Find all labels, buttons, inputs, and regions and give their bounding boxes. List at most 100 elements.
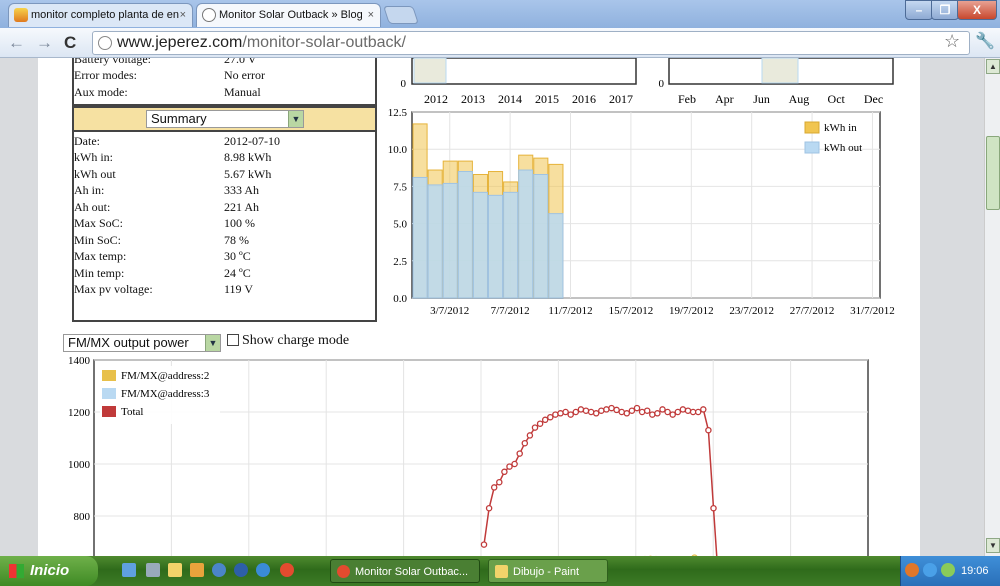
scroll-down-icon[interactable]: ▼	[986, 538, 1000, 553]
desktop-icon[interactable]	[122, 563, 136, 577]
tray-network-icon[interactable]	[923, 563, 937, 577]
year-tick-label: 2016	[572, 92, 596, 106]
tray-arrow-icon[interactable]	[905, 563, 919, 577]
summary-select-value: Summary	[151, 111, 207, 126]
total-point	[659, 406, 666, 413]
bar-kwh-out	[457, 171, 473, 299]
forward-arrow-icon[interactable]: →	[36, 33, 53, 53]
status-label: Aux mode:	[74, 85, 128, 99]
reload-icon[interactable]: C	[64, 33, 76, 53]
bar-kwh-out	[472, 191, 488, 299]
chrome-icon[interactable]	[280, 563, 294, 577]
tray-volume-icon[interactable]	[941, 563, 955, 577]
bar-kwh-out	[487, 194, 504, 299]
bar-kwh-out	[427, 184, 443, 299]
legend-address2-label: FM/MX@address:2	[121, 370, 209, 382]
total-point	[689, 408, 697, 416]
summary-value: 221 Ah	[224, 200, 260, 214]
total-point	[592, 410, 600, 417]
years-axis: 2012 2013 2014 2015 2016 2017	[424, 92, 633, 106]
total-point	[567, 411, 574, 418]
summary-label: Ah out:	[74, 200, 111, 214]
total-point	[547, 413, 554, 421]
total-point	[511, 460, 518, 468]
total-point	[618, 408, 625, 416]
minimize-button[interactable]: –	[905, 0, 933, 20]
total-point	[516, 450, 523, 457]
total-point	[628, 407, 636, 414]
scroll-up-icon[interactable]: ▲	[986, 59, 1000, 74]
tab-close-icon[interactable]: ×	[180, 4, 186, 26]
bar-x-tick-label: 3/7/2012	[430, 305, 469, 317]
wrench-icon[interactable]: 🔧	[975, 31, 995, 51]
total-point	[541, 416, 549, 424]
total-point	[485, 504, 493, 512]
tab-monitor-completo[interactable]: monitor completo planta de en ×	[8, 3, 193, 27]
status-value: 27.0 V	[224, 58, 257, 66]
summary-label: Ah in:	[74, 183, 105, 197]
maximize-button[interactable]: ❐	[931, 0, 959, 20]
documents-icon[interactable]	[146, 563, 160, 577]
task-browser[interactable]: Monitor Solar Outbac...	[330, 559, 480, 583]
summary-select[interactable]: Summary ▼	[146, 110, 304, 128]
summary-value: 30 ºC	[224, 249, 251, 263]
chrome-icon	[337, 565, 350, 578]
total-point	[664, 408, 671, 416]
start-button[interactable]: Inicio	[0, 556, 98, 586]
task-paint[interactable]: Dibujo - Paint	[488, 559, 608, 583]
bar-x-tick-label: 15/7/2012	[609, 305, 654, 317]
status-label: Error modes:	[74, 68, 137, 82]
browser-window: monitor completo planta de en × Monitor …	[0, 0, 1000, 556]
summary-label: kWh in:	[74, 150, 113, 164]
total-point	[633, 404, 641, 412]
folder-icon[interactable]	[168, 563, 182, 577]
new-tab-button[interactable]	[383, 6, 419, 24]
total-point	[608, 404, 615, 412]
summary-label: kWh out	[74, 167, 116, 181]
tab-close-icon[interactable]: ×	[368, 4, 374, 26]
bar-x-tick-label: 27/7/2012	[790, 305, 835, 317]
output-power-select[interactable]: FM/MX output power ▼	[63, 334, 221, 352]
months-axis: Feb Apr Jun Aug Oct Dec	[678, 92, 883, 106]
months-chart-bar	[761, 58, 799, 84]
summary-panel: Date: 2012-07-10 kWh in: 8.98 kWh kWh ou…	[72, 132, 377, 322]
url-path: /monitor-solar-outback/	[242, 34, 406, 51]
month-tick-label: Apr	[715, 92, 734, 106]
total-point	[562, 408, 569, 416]
top-charts: 0 2012 2013 2014 2015 2016 2017 0 Feb Apr Jun Au…	[401, 58, 894, 106]
years-chart-bar	[413, 58, 447, 84]
status-value: No error	[224, 68, 265, 82]
address-bar[interactable]: www.jeperez.com/monitor-solar-outback/	[92, 31, 970, 55]
total-point	[521, 439, 529, 447]
media-icon[interactable]	[234, 563, 248, 577]
bar-kwh-out	[442, 182, 458, 299]
ie-icon[interactable]	[256, 563, 270, 577]
vertical-scrollbar[interactable]: ▲ ▼	[984, 58, 1000, 556]
output-power-select-value: FM/MX output power	[68, 335, 189, 350]
page-globe-icon	[98, 36, 112, 50]
total-point	[552, 411, 559, 418]
network-icon[interactable]	[212, 563, 226, 577]
back-arrow-icon[interactable]: ←	[8, 33, 25, 53]
summary-value: 333 Ah	[224, 183, 260, 197]
files-icon[interactable]	[190, 563, 204, 577]
summary-value: 78 %	[224, 233, 249, 247]
tab-monitor-solar[interactable]: Monitor Solar Outback » Blog ×	[196, 3, 381, 27]
year-tick-label: 2014	[498, 92, 522, 106]
bar-x-tick-label: 11/7/2012	[548, 305, 592, 317]
bookmark-star-icon[interactable]: ☆	[944, 31, 960, 52]
year-tick-label: 2013	[461, 92, 485, 106]
status-panel: Battery voltage: 27.0 V Error modes: No …	[72, 58, 377, 106]
total-point	[684, 407, 692, 414]
summary-value: 24 ºC	[224, 266, 251, 280]
task-label: Monitor Solar Outbac...	[355, 566, 469, 578]
summary-label: Max SoC:	[74, 216, 124, 230]
scroll-thumb[interactable]	[986, 136, 1000, 210]
total-point	[710, 504, 717, 512]
total-point	[705, 426, 712, 434]
legend-address3-swatch	[102, 388, 116, 399]
total-point	[557, 410, 564, 417]
close-button[interactable]: X	[957, 0, 997, 20]
bar-x-tick-label: 19/7/2012	[669, 305, 714, 317]
show-charge-mode-checkbox[interactable]	[227, 334, 239, 346]
